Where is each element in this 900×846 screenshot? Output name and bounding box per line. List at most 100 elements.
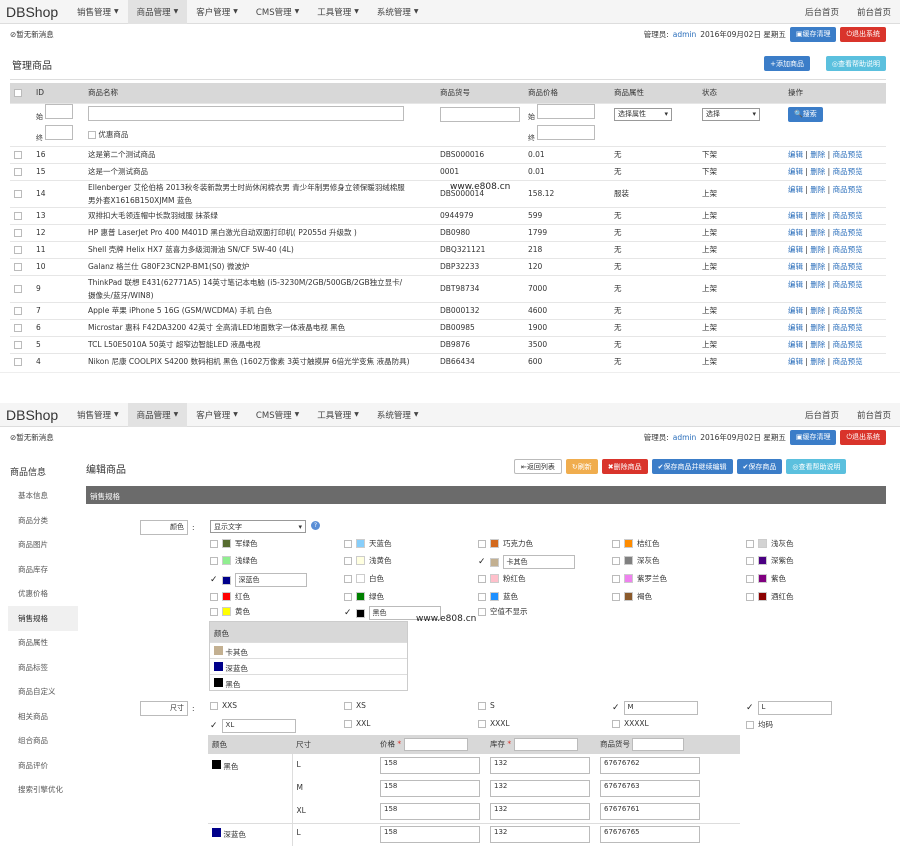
select-all-checkbox[interactable] [14, 89, 22, 98]
check-icon[interactable]: ✓ [478, 557, 486, 567]
row-checkbox[interactable] [14, 307, 22, 315]
logout-button-2[interactable]: ⏻ 退出系统 [840, 429, 886, 445]
color-checkbox[interactable] [344, 592, 352, 601]
edit-link[interactable]: 编辑 [788, 185, 803, 194]
color-option[interactable]: 空值不显示 [478, 606, 528, 617]
size-alias-input[interactable]: L [757, 701, 832, 715]
size-option[interactable]: XXS [210, 701, 237, 710]
sidebar-item-tags[interactable]: 商品标签 [8, 655, 78, 680]
price-end-input[interactable] [537, 124, 596, 140]
brand-logo-2[interactable]: DBShop [0, 407, 68, 423]
batch-sku-input[interactable] [632, 738, 685, 751]
help-button[interactable]: ◎ 查看帮助说明 [825, 56, 886, 71]
preview-link[interactable]: 商品预览 [833, 245, 863, 254]
preview-link[interactable]: 商品预览 [833, 211, 863, 220]
color-checkbox[interactable] [612, 539, 620, 548]
color-option[interactable]: 深灰色 [612, 555, 660, 566]
batch-stock-input[interactable] [513, 738, 578, 751]
help-icon[interactable]: ? [311, 521, 320, 530]
color-option[interactable]: ✓ 卡其色 [478, 555, 575, 569]
size-option[interactable]: XXL [344, 719, 370, 728]
size-checkbox[interactable] [746, 720, 754, 729]
color-checkbox[interactable] [210, 607, 218, 616]
color-option[interactable]: 蓝色 [478, 591, 518, 602]
col-name[interactable]: 商品名称 [84, 83, 436, 103]
combo-stock-input[interactable]: 132 [490, 757, 590, 774]
row-checkbox[interactable] [14, 285, 22, 293]
sidebar-item-stock[interactable]: 商品库存 [8, 557, 78, 582]
size-checkbox[interactable] [344, 701, 352, 710]
sidebar-item-category[interactable]: 商品分类 [8, 508, 78, 533]
size-option[interactable]: 均码 [746, 719, 773, 730]
color-checkbox[interactable] [612, 592, 620, 601]
sidebar-item-reviews[interactable]: 商品评价 [8, 753, 78, 778]
save-continue-button[interactable]: ✔ 保存商品并继续编辑 [651, 459, 733, 474]
color-checkbox[interactable] [478, 539, 486, 548]
sidebar-item-images[interactable]: 商品图片 [8, 533, 78, 558]
preview-link[interactable]: 商品预览 [833, 228, 863, 237]
color-checkbox[interactable] [478, 574, 486, 583]
size-alias-input[interactable]: XL [221, 719, 296, 733]
preview-link[interactable]: 商品预览 [833, 150, 863, 159]
price-start-input[interactable] [537, 103, 596, 119]
delete-goods-button[interactable]: ✖ 删除商品 [601, 459, 648, 474]
color-checkbox[interactable] [344, 574, 352, 583]
id-start-input[interactable] [45, 103, 74, 119]
combo-price-input[interactable]: 158 [380, 757, 480, 774]
nav-tools-2[interactable]: 工具管理 ▼ [308, 403, 368, 427]
check-icon[interactable]: ✓ [746, 703, 754, 713]
preview-link[interactable]: 商品预览 [833, 262, 863, 271]
color-checkbox[interactable] [612, 574, 620, 583]
edit-link[interactable]: 编辑 [788, 262, 803, 271]
col-price[interactable]: 商品价格 [524, 83, 610, 103]
edit-link[interactable]: 编辑 [788, 357, 803, 366]
nav-sales-2[interactable]: 销售管理 ▼ [68, 403, 128, 427]
delete-link[interactable]: 删除 [810, 211, 825, 220]
row-checkbox[interactable] [14, 341, 22, 349]
color-option[interactable]: 军绿色 [210, 538, 258, 549]
edit-link[interactable]: 编辑 [788, 245, 803, 254]
logout-button[interactable]: ⏻ 退出系统 [840, 26, 886, 42]
size-option[interactable]: ✓ L [746, 701, 832, 715]
edit-link[interactable]: 编辑 [788, 150, 803, 159]
delete-link[interactable]: 删除 [810, 340, 825, 349]
batch-price-input[interactable] [403, 738, 468, 751]
color-checkbox[interactable] [210, 592, 218, 601]
color-option[interactable]: 绿色 [344, 591, 384, 602]
check-icon[interactable]: ✓ [210, 721, 218, 731]
check-icon[interactable]: ✓ [210, 575, 218, 585]
delete-link[interactable]: 删除 [810, 228, 825, 237]
color-option[interactable]: 浅绿色 [210, 555, 258, 566]
search-button[interactable]: 🔍 搜索 [788, 106, 823, 122]
color-option[interactable]: 浅黄色 [344, 555, 392, 566]
brand-logo[interactable]: DBShop [0, 4, 68, 20]
row-checkbox[interactable] [14, 358, 22, 367]
preview-link[interactable]: 商品预览 [833, 323, 863, 332]
sidebar-item-seo[interactable]: 搜索引擎优化 [8, 778, 78, 803]
color-option[interactable]: 紫罗兰色 [612, 573, 667, 584]
delete-link[interactable]: 删除 [810, 185, 825, 194]
color-checkbox[interactable] [344, 539, 352, 548]
color-option[interactable]: 红色 [210, 591, 250, 602]
nav-tools[interactable]: 工具管理 ▼ [308, 0, 368, 24]
nav-system[interactable]: 系统管理 ▼ [368, 0, 428, 24]
color-option[interactable]: 白色 [344, 573, 384, 584]
status-select[interactable]: 选择 ▾ [702, 107, 760, 121]
nav-goods[interactable]: 商品管理 ▼ [127, 0, 188, 24]
id-end-input[interactable] [45, 124, 74, 140]
sidebar-item-attributes[interactable]: 商品属性 [8, 631, 78, 656]
sidebar-item-basic[interactable]: 基本信息 [8, 484, 78, 509]
nav-customer-2[interactable]: 客户管理 ▼ [187, 403, 247, 427]
combo-sku-input[interactable]: 67676762 [600, 757, 700, 774]
refresh-button[interactable]: ↻ 刷新 [565, 459, 598, 474]
add-goods-button[interactable]: + 添加商品 [764, 56, 810, 71]
edit-link[interactable]: 编辑 [788, 211, 803, 220]
nav-front-home[interactable]: 前台首页 [848, 0, 900, 24]
color-option[interactable]: 浅灰色 [746, 538, 794, 549]
color-option[interactable]: ✓ 深蓝色 [210, 573, 307, 587]
color-option[interactable]: 巧克力色 [478, 538, 533, 549]
delete-link[interactable]: 删除 [810, 150, 825, 159]
row-checkbox[interactable] [14, 324, 22, 332]
nav-goods-2[interactable]: 商品管理 ▼ [127, 402, 188, 427]
sidebar-item-spec[interactable]: 销售规格 [8, 606, 78, 631]
